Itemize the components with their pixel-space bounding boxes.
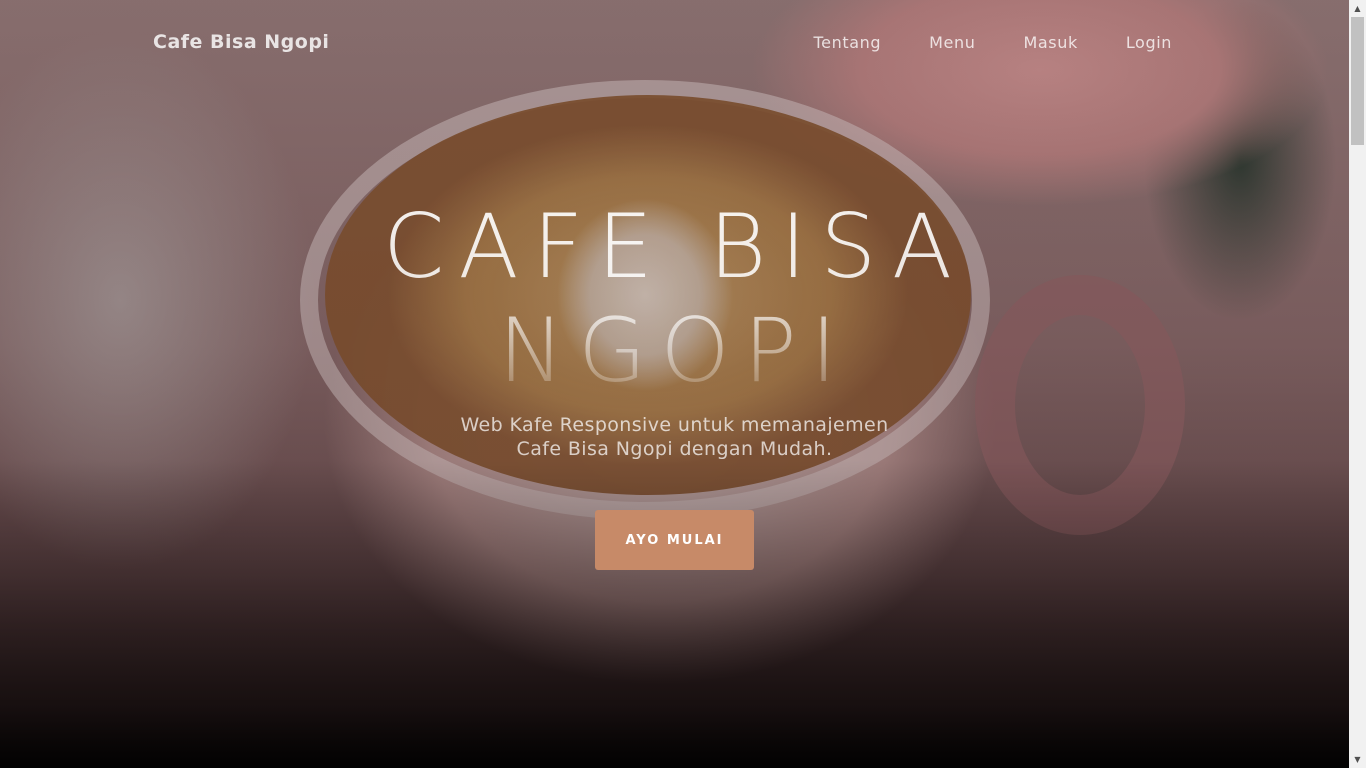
ayo-mulai-button[interactable]: AYO MULAI [595, 510, 754, 570]
nav-link-masuk[interactable]: Masuk [975, 33, 1077, 52]
hero-subtitle-line-2: Cafe Bisa Ngopi dengan Mudah. [516, 438, 833, 460]
nav-links: Tentang Menu Masuk Login [766, 33, 1173, 52]
scrollbar-thumb[interactable] [1351, 17, 1364, 145]
hero-title-line-1: CAFE BISA [382, 195, 967, 298]
nav-link-tentang[interactable]: Tentang [766, 33, 882, 52]
nav-link-menu[interactable]: Menu [881, 33, 975, 52]
hero-subtitle: Web Kafe Responsive untuk memanajemen Ca… [0, 413, 1349, 461]
navbar: Cafe Bisa Ngopi Tentang Menu Masuk Login [0, 0, 1349, 88]
scroll-up-arrow-icon[interactable]: ▲ [1349, 0, 1366, 17]
page-scrollbar[interactable]: ▲ ▼ [1349, 0, 1366, 768]
brand-logo-link[interactable]: Cafe Bisa Ngopi [153, 31, 329, 53]
hero-title: CAFE BISA NGOPI [0, 195, 1349, 403]
landing-page: Cafe Bisa Ngopi Tentang Menu Masuk Login… [0, 0, 1366, 768]
scroll-down-arrow-icon[interactable]: ▼ [1349, 751, 1366, 768]
hero-subtitle-line-1: Web Kafe Responsive untuk memanajemen [460, 414, 889, 436]
hero-title-line-2: NGOPI [498, 299, 851, 402]
nav-link-login[interactable]: Login [1078, 33, 1172, 52]
